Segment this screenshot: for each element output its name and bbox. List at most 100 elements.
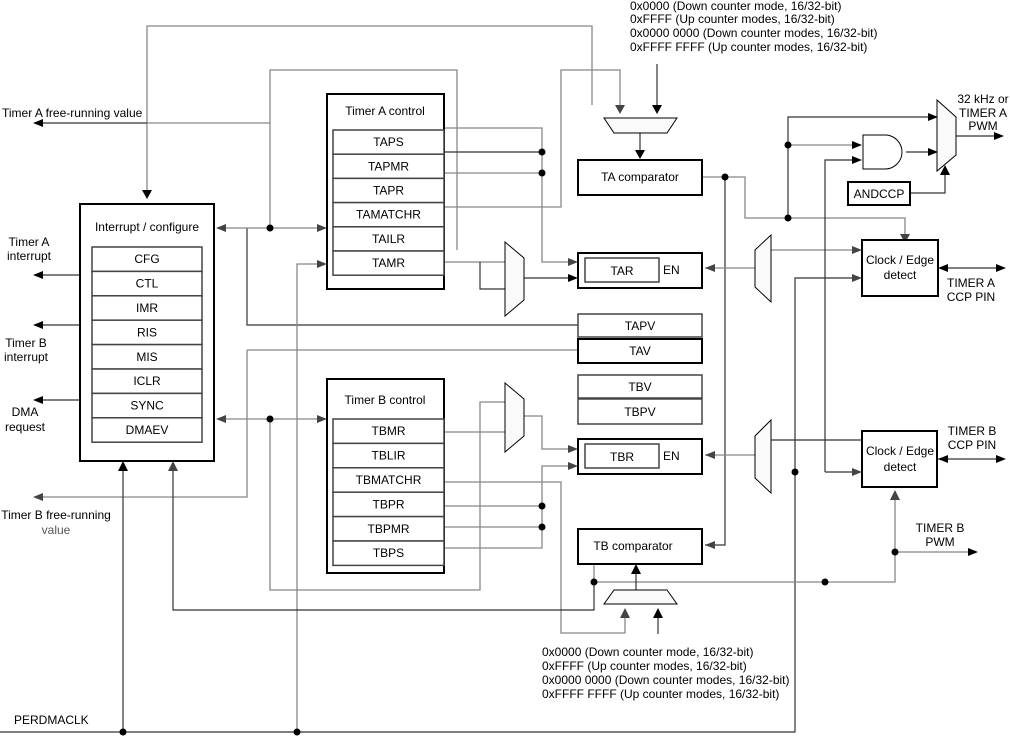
timer-b-register-label: TBMR bbox=[372, 424, 406, 438]
arrow-right-icon bbox=[568, 462, 578, 470]
mux-tb-load bbox=[603, 589, 678, 605]
interrupt-block-title: Interrupt / configure bbox=[95, 220, 199, 234]
timer-a-control-block: Timer A control TAPS TAPMR TAPR TAMATCHR TAI… bbox=[326, 93, 445, 290]
arrow-left-icon bbox=[216, 415, 226, 423]
tbpv-label: TBPV bbox=[624, 405, 655, 419]
arrow-right-icon bbox=[968, 548, 978, 556]
timer-b-register-label: TBPR bbox=[372, 497, 404, 511]
timer-a-register-label: TAPS bbox=[373, 135, 403, 149]
arrow-left-icon bbox=[216, 224, 226, 232]
timer-block-diagram: Interrupt / configure CFG CTL IMR RIS MIS ICL… bbox=[0, 0, 1009, 736]
junction-dot bbox=[590, 578, 598, 586]
junction-dot bbox=[538, 523, 546, 531]
timer-b-interrupt-label: Timer B bbox=[5, 336, 47, 350]
arrow-right-icon bbox=[852, 141, 862, 149]
timer-b-free-running-label: Timer B free-running bbox=[1, 508, 111, 522]
junction-dot bbox=[119, 728, 127, 736]
junction-dot bbox=[891, 548, 899, 556]
arrow-down-icon bbox=[652, 105, 662, 114]
wire-and-in-2 bbox=[824, 159, 855, 472]
timer-a-pwm-label-3: PWM bbox=[968, 119, 997, 133]
timer-a-ccp-label: TIMER A bbox=[947, 276, 995, 290]
arrow-up-icon bbox=[653, 608, 663, 618]
interrupt-register-label: ICLR bbox=[133, 374, 161, 388]
timer-b-control-block: Timer B control TBMR TBLIR TBMATCHR TBPR TBP… bbox=[326, 378, 445, 574]
timer-b-pwm-label: TIMER B bbox=[916, 521, 965, 535]
tar-en-label: EN bbox=[663, 263, 680, 277]
timer-a-register-label: TAPMR bbox=[368, 159, 409, 173]
timer-a-pwm-label-2: TIMER A bbox=[959, 106, 1007, 120]
and-gate-icon bbox=[862, 134, 903, 170]
timer-a-free-running-label: Timer A free-running value bbox=[2, 106, 143, 120]
interrupt-register-label: IMR bbox=[136, 301, 158, 315]
timer-b-pwm-label-2: PWM bbox=[925, 535, 954, 549]
wire-mux-b-out bbox=[524, 415, 572, 450]
mux-edge-a bbox=[754, 233, 772, 304]
mux-ta-load bbox=[603, 117, 678, 134]
arrow-left-icon bbox=[33, 119, 43, 127]
arrow-left-icon bbox=[938, 264, 948, 272]
junction-dot bbox=[538, 502, 546, 510]
arrow-up-icon bbox=[620, 608, 630, 618]
arrow-left-icon bbox=[705, 451, 715, 459]
wire-clk-to-tamr bbox=[296, 263, 318, 732]
timer-a-register-label: TAMR bbox=[372, 256, 405, 270]
junction-dot bbox=[784, 141, 792, 149]
arrow-left-icon bbox=[705, 541, 715, 549]
arrow-left-icon bbox=[33, 271, 43, 279]
arrow-up-icon bbox=[890, 490, 900, 500]
timer-b-register-label: TBPS bbox=[373, 546, 404, 560]
wire-andccp bbox=[910, 172, 946, 194]
arrow-left-icon bbox=[938, 455, 948, 463]
wire-ta-comp-to-tb-comp bbox=[705, 177, 726, 546]
arrow-left-icon bbox=[33, 321, 43, 329]
ta-comparator-label: TA comparator bbox=[601, 170, 679, 184]
arrow-left-icon bbox=[33, 493, 43, 501]
interrupt-register-label: SYNC bbox=[130, 399, 164, 413]
junction-dot bbox=[791, 468, 799, 476]
perdmaclk-label: PERDMACLK bbox=[14, 713, 89, 727]
timer-b-ccp-label-2: CCP PIN bbox=[948, 438, 996, 452]
arrow-right-icon bbox=[852, 274, 862, 282]
arrow-down-icon bbox=[142, 190, 152, 199]
timer-a-register-label: TAMATCHR bbox=[356, 208, 421, 222]
tbr-label: TBR bbox=[610, 450, 634, 464]
wire-taps bbox=[444, 127, 572, 263]
clock-edge-a-line1: Clock / Edge bbox=[866, 253, 934, 267]
load-value-label: 0x0000 0000 (Down counter modes, 16/32-b… bbox=[542, 673, 789, 687]
bottom-load-values: 0x0000 (Down counter mode, 16/32-bit) 0x… bbox=[542, 645, 789, 701]
muxes bbox=[504, 98, 957, 605]
load-value-label: 0x0000 (Down counter mode, 16/32-bit) bbox=[542, 645, 753, 659]
tav-label: TAV bbox=[629, 344, 651, 358]
timer-b-free-running-label-2: value bbox=[42, 523, 71, 537]
arrow-up-icon bbox=[118, 461, 128, 471]
interrupt-register-label: DMAEV bbox=[126, 423, 169, 437]
tbv-label: TBV bbox=[628, 380, 651, 394]
arrow-right-icon bbox=[317, 415, 327, 423]
junction-dot bbox=[538, 169, 546, 177]
arrow-right-icon bbox=[852, 468, 862, 476]
arrow-right-icon bbox=[996, 264, 1006, 272]
load-value-label: 0xFFFF (Up counter modes, 16/32-bit) bbox=[630, 12, 835, 26]
arrow-left-icon bbox=[705, 264, 715, 272]
mux-timer-b bbox=[504, 381, 525, 454]
arrow-right-icon bbox=[994, 132, 1004, 140]
timer-b-register-label: TBPMR bbox=[368, 522, 410, 536]
dma-request-label: DMA bbox=[12, 405, 39, 419]
junction-dot bbox=[266, 224, 274, 232]
arrow-right-icon bbox=[852, 156, 862, 164]
arrow-up-icon bbox=[168, 461, 178, 471]
timer-b-register-label: TBLIR bbox=[371, 449, 405, 463]
top-load-values: 0x0000 (Down counter mode, 16/32-bit) 0x… bbox=[630, 0, 877, 54]
junction-dot bbox=[821, 578, 829, 586]
arrow-right-icon bbox=[317, 224, 327, 232]
timer-b-register-label: TBMATCHR bbox=[356, 473, 422, 487]
interrupt-configure-block: Interrupt / configure CFG CTL IMR RIS MIS ICL… bbox=[79, 203, 215, 462]
timer-a-register-label: TAPR bbox=[373, 184, 404, 198]
andccp-label: ANDCCP bbox=[854, 187, 905, 201]
clock-edge-a-line2: detect bbox=[884, 268, 917, 282]
mux-timer-a bbox=[504, 240, 525, 318]
wire-tbpr bbox=[444, 465, 572, 507]
timer-a-pwm-label: 32 kHz or bbox=[957, 92, 1008, 106]
dma-request-label-2: request bbox=[5, 420, 46, 434]
